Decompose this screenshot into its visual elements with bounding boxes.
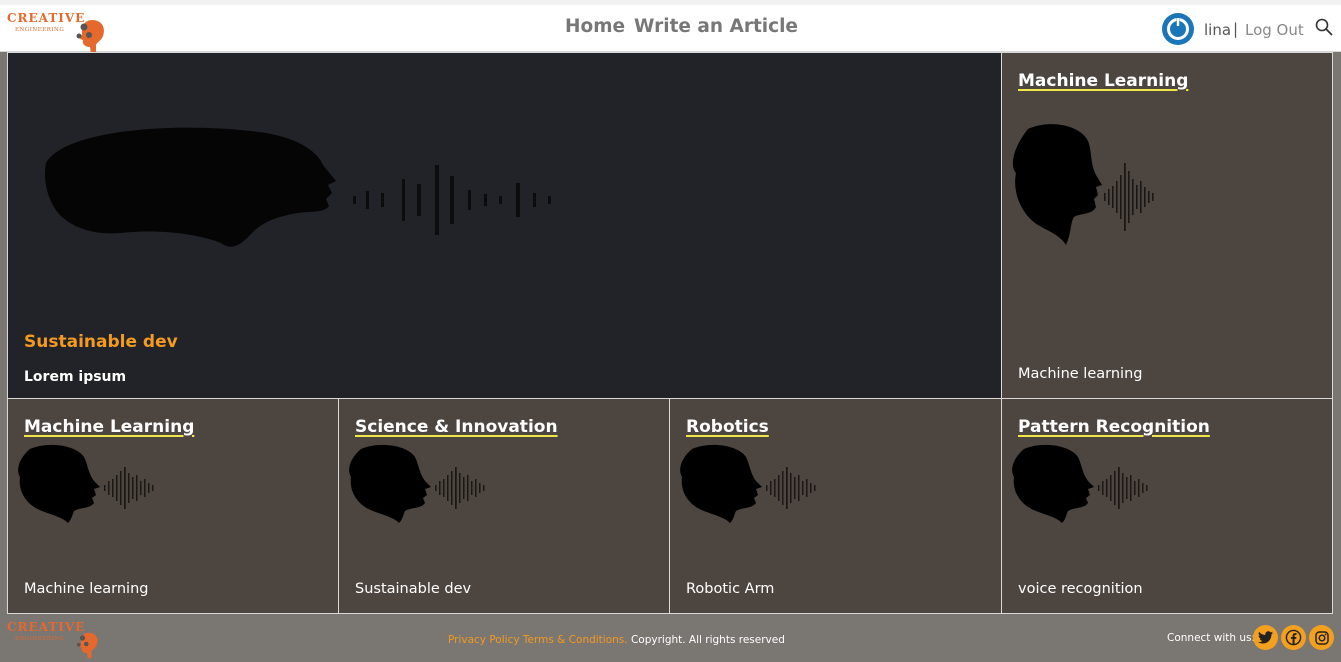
card-description: Machine learning bbox=[1018, 366, 1143, 382]
terms-link[interactable]: Terms & Conditions. bbox=[523, 634, 628, 646]
nav-write-article-link[interactable]: Write an Article bbox=[634, 16, 798, 37]
card-description: Sustainable dev bbox=[355, 581, 472, 597]
voice-silhouette-image bbox=[349, 444, 485, 523]
article-card[interactable]: Robotics Robotic Arm bbox=[669, 398, 1002, 614]
card-title-link[interactable]: Machine Learning bbox=[24, 417, 194, 437]
nav-home-link[interactable]: Home bbox=[565, 16, 625, 37]
footer-links: Privacy Policy Terms & Conditions. Copyr… bbox=[448, 634, 785, 646]
article-card[interactable]: Science & Innovation Sustainable dev bbox=[338, 398, 670, 614]
brand-logo[interactable]: CREATIVE ENGINEERING bbox=[6, 10, 110, 55]
voice-silhouette-image bbox=[1012, 444, 1148, 523]
article-card[interactable]: Pattern Recognition voice recognition bbox=[1001, 398, 1333, 614]
voice-silhouette-image bbox=[680, 444, 816, 523]
copyright-text: Copyright. All rights reserved bbox=[627, 634, 785, 646]
logo-tagline: ENGINEERING bbox=[15, 27, 65, 33]
voice-silhouette-image bbox=[1012, 124, 1154, 245]
card-description: voice recognition bbox=[1018, 581, 1143, 597]
card-title-link[interactable]: Machine Learning bbox=[1018, 71, 1188, 91]
hero-title[interactable]: Sustainable dev bbox=[24, 332, 178, 352]
card-title-link[interactable]: Pattern Recognition bbox=[1018, 417, 1210, 437]
hero-article[interactable]: Sustainable dev Lorem ipsum bbox=[7, 52, 1002, 399]
hero-subtitle: Lorem ipsum bbox=[24, 369, 127, 385]
voice-silhouette-image bbox=[18, 444, 154, 523]
card-description: Robotic Arm bbox=[686, 581, 775, 597]
article-card[interactable]: Machine Learning Machine learning bbox=[7, 398, 339, 614]
card-title-link[interactable]: Science & Innovation bbox=[355, 417, 558, 437]
article-grid: Sustainable dev Lorem ipsum Machine Lear… bbox=[7, 52, 1333, 614]
logo-icon bbox=[76, 20, 104, 54]
avatar-icon[interactable] bbox=[1161, 12, 1195, 46]
logo-icon bbox=[76, 632, 98, 659]
twitter-icon[interactable] bbox=[1253, 625, 1278, 650]
connect-label: Connect with us: bbox=[1167, 632, 1256, 644]
search-icon[interactable] bbox=[1315, 18, 1333, 36]
article-card[interactable]: Machine Learning Machine learning bbox=[1001, 52, 1333, 399]
privacy-policy-link[interactable]: Privacy Policy bbox=[448, 634, 520, 646]
footer-logo[interactable]: CREATIVE ENGINEERING bbox=[6, 618, 106, 662]
card-title-link[interactable]: Robotics bbox=[686, 417, 769, 437]
instagram-icon[interactable] bbox=[1309, 625, 1334, 650]
user-separator: | bbox=[1233, 20, 1239, 38]
site-footer: CREATIVE ENGINEERING Privacy Policy Term… bbox=[0, 614, 1341, 661]
user-area: lina | Log Out bbox=[1161, 11, 1336, 49]
voice-silhouette-image bbox=[44, 127, 551, 247]
footer-logo-tagline: ENGINEERING bbox=[15, 636, 65, 642]
username: lina bbox=[1204, 21, 1232, 39]
facebook-icon[interactable] bbox=[1281, 625, 1306, 650]
site-header: CREATIVE ENGINEERING Home Write an Artic… bbox=[0, 5, 1341, 55]
logout-link[interactable]: Log Out bbox=[1245, 21, 1304, 39]
card-description: Machine learning bbox=[24, 581, 149, 597]
main-nav: Home Write an Article bbox=[565, 16, 798, 37]
